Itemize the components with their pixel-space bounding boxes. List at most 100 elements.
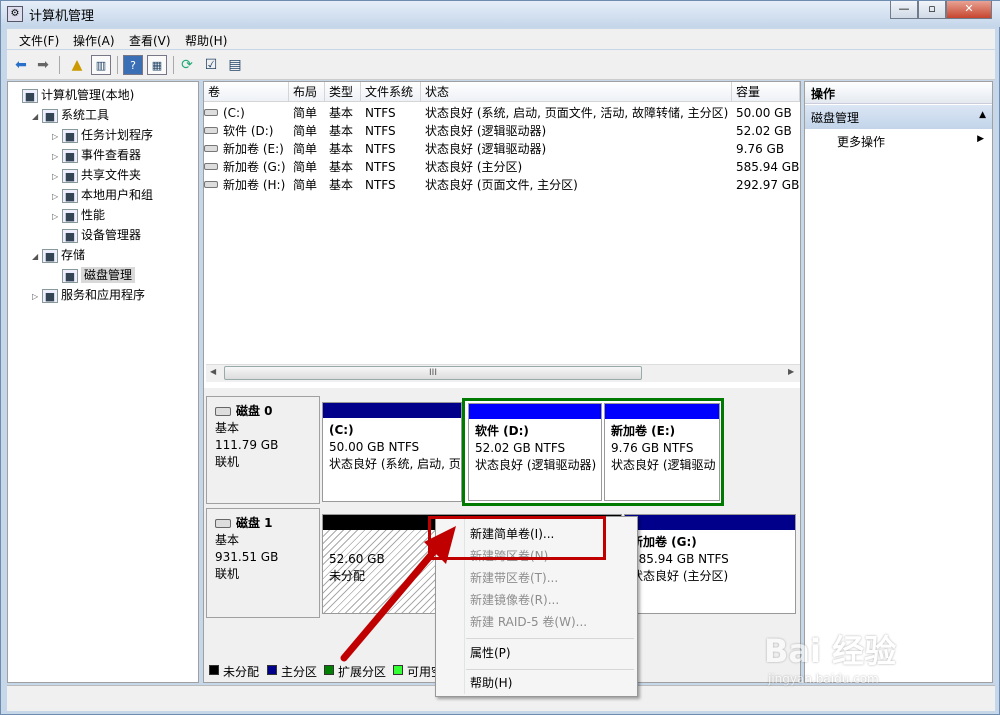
scroll-left-icon[interactable]: ◀ <box>210 367 216 376</box>
watermark-url: jingyan.baidu.com <box>768 672 879 686</box>
menu-help[interactable]: 帮助(H) <box>185 32 227 49</box>
back-icon[interactable]: ⬅ <box>11 55 31 75</box>
title-bar[interactable]: ⚙ 计算机管理 — ▫ ✕ <box>1 1 1000 27</box>
column-header-filesystem[interactable]: 文件系统 <box>361 82 421 102</box>
table-row[interactable]: 软件 (D:) 简单 基本 NTFS 状态良好 (逻辑驱动器) 52.02 GB <box>204 122 800 140</box>
collapse-icon[interactable]: ◢ <box>32 112 42 121</box>
menu-item-help[interactable]: 帮助(H) <box>438 672 635 694</box>
tree-item[interactable]: ▷ ■ 本地用户和组 <box>12 184 196 204</box>
menu-file[interactable]: 文件(F) <box>19 32 59 49</box>
table-row[interactable]: (C:) 简单 基本 NTFS 状态良好 (系统, 启动, 页面文件, 活动, 故障转储… <box>204 104 800 122</box>
table-cell: 新加卷 (H:) <box>223 178 286 192</box>
actions-header: 操作 <box>805 82 992 104</box>
partition-d[interactable]: 软件 (D:) 52.02 GB NTFS 状态良好 (逻辑驱动器) <box>468 403 602 501</box>
tree-item[interactable]: ▷ ■ 任务计划程序 <box>12 124 196 144</box>
users-icon: ■ <box>62 188 78 203</box>
computer-icon: ■ <box>22 88 38 103</box>
tree-item-label: 系统工具 <box>61 108 110 122</box>
menu-action[interactable]: 操作(A) <box>73 32 115 49</box>
tree-item[interactable]: ◢ ■ 存储 <box>12 244 196 264</box>
table-row[interactable]: 新加卷 (G:) 简单 基本 NTFS 状态良好 (主分区) 585.94 GB <box>204 158 800 176</box>
actions-section-disk-management[interactable]: 磁盘管理 ▲ <box>805 105 992 129</box>
expand-icon[interactable]: ▷ <box>52 192 62 201</box>
tree-item-label: 性能 <box>81 208 106 222</box>
partition-color-bar <box>469 404 601 419</box>
tree-item-label: 任务计划程序 <box>81 128 154 142</box>
tree-item-label: 服务和应用程序 <box>61 288 146 302</box>
show-hide-tree-icon[interactable]: ▥ <box>91 55 111 75</box>
disk-0-info[interactable]: 磁盘 0 基本 111.79 GB 联机 <box>206 396 320 504</box>
partition-g[interactable]: 新加卷 (G:) 585.94 GB NTFS 状态良好 (主分区) <box>624 514 796 614</box>
actions-item-more-actions[interactable]: 更多操作 ▶ <box>805 130 992 152</box>
partition-e[interactable]: 新加卷 (E:) 9.76 GB NTFS 状态良好 (逻辑驱动 <box>604 403 720 501</box>
table-row[interactable]: 新加卷 (H:) 简单 基本 NTFS 状态良好 (页面文件, 主分区) 292.97 G… <box>204 176 800 194</box>
tree-item[interactable]: ▷ ■ 服务和应用程序 <box>12 284 196 304</box>
expand-icon[interactable]: ▷ <box>32 292 42 301</box>
maximize-button[interactable]: ▫ <box>918 1 946 19</box>
tree-item[interactable]: ■ 设备管理器 <box>12 224 196 244</box>
help-icon[interactable]: ? <box>123 55 143 75</box>
table-cell: 50.00 GB <box>736 106 792 120</box>
partition-size: 52.02 GB NTFS <box>475 441 566 455</box>
event-viewer-icon: ■ <box>62 148 78 163</box>
table-cell: 基本 <box>329 178 354 192</box>
scroll-thumb[interactable]: III <box>224 366 642 380</box>
table-cell: NTFS <box>365 160 396 174</box>
disk-drive-icon <box>215 519 231 528</box>
rescan-icon[interactable]: ▤ <box>225 55 245 75</box>
tree-item[interactable]: ■ 磁盘管理 <box>12 264 196 284</box>
horizontal-scrollbar[interactable]: ◀ III ▶ <box>206 364 800 382</box>
window-title: 计算机管理 <box>29 9 95 24</box>
column-header-type[interactable]: 类型 <box>325 82 361 102</box>
volume-icon <box>204 145 218 152</box>
tree-item[interactable]: ▷ ■ 事件查看器 <box>12 144 196 164</box>
tree-item[interactable]: ▷ ■ 共享文件夹 <box>12 164 196 184</box>
shared-folder-icon: ■ <box>62 168 78 183</box>
table-cell: (C:) <box>223 106 245 120</box>
expand-icon[interactable]: ▷ <box>52 172 62 181</box>
expand-icon[interactable]: ▷ <box>52 152 62 161</box>
close-button[interactable]: ✕ <box>946 1 992 19</box>
forward-icon[interactable]: ➡ <box>33 55 53 75</box>
partition-status: 状态良好 (系统, 启动, 页 <box>329 457 461 471</box>
table-cell: 基本 <box>329 142 354 156</box>
disk-1-info[interactable]: 磁盘 1 基本 931.51 GB 联机 <box>206 508 320 618</box>
tree-item[interactable]: ■ 计算机管理(本地) <box>12 84 196 104</box>
action-pane-icon[interactable]: ▦ <box>147 55 167 75</box>
scroll-right-icon[interactable]: ▶ <box>788 367 794 376</box>
tree-item[interactable]: ▷ ■ 性能 <box>12 204 196 224</box>
tree-item-label: 事件查看器 <box>81 148 142 162</box>
expand-icon[interactable]: ▷ <box>52 132 62 141</box>
column-header-capacity[interactable]: 容量 <box>732 82 800 102</box>
actions-item-label: 更多操作 <box>837 135 886 149</box>
watermark-brand: Bai 经验 <box>764 632 897 670</box>
expand-icon[interactable]: ▷ <box>52 212 62 221</box>
partition-title: 软件 (D:) <box>475 424 529 438</box>
table-cell: NTFS <box>365 178 396 192</box>
refresh-icon[interactable]: ⟳ <box>177 55 197 75</box>
up-folder-icon[interactable]: ▲ <box>67 55 87 75</box>
performance-icon: ■ <box>62 208 78 223</box>
computer-management-icon: ⚙ <box>7 6 23 22</box>
table-cell: 简单 <box>293 106 318 120</box>
table-row[interactable]: 新加卷 (E:) 简单 基本 NTFS 状态良好 (逻辑驱动器) 9.76 GB <box>204 140 800 158</box>
disk-management-icon: ■ <box>62 268 78 283</box>
properties-icon[interactable]: ☑ <box>201 55 221 75</box>
column-header-layout[interactable]: 布局 <box>289 82 325 102</box>
disk-size: 111.79 GB <box>215 438 279 452</box>
menu-view[interactable]: 查看(V) <box>129 32 171 49</box>
table-cell: 简单 <box>293 160 318 174</box>
disk-status: 联机 <box>215 455 240 469</box>
extended-partition[interactable]: 软件 (D:) 52.02 GB NTFS 状态良好 (逻辑驱动器) 新加卷 (… <box>462 398 724 506</box>
collapse-icon[interactable]: ◢ <box>32 252 42 261</box>
minimize-button[interactable]: — <box>890 1 918 19</box>
partition-size: 50.00 GB NTFS <box>329 440 420 454</box>
tree-item[interactable]: ◢ ■ 系统工具 <box>12 104 196 124</box>
column-header-status[interactable]: 状态 <box>421 82 732 102</box>
partition-c[interactable]: (C:) 50.00 GB NTFS 状态良好 (系统, 启动, 页 <box>322 402 462 502</box>
partition-status: 状态良好 (主分区) <box>631 569 729 583</box>
volume-icon <box>204 127 218 134</box>
column-header-volume[interactable]: 卷 <box>204 82 289 102</box>
disk-size: 931.51 GB <box>215 550 279 564</box>
collapse-up-icon[interactable]: ▲ <box>979 110 986 120</box>
